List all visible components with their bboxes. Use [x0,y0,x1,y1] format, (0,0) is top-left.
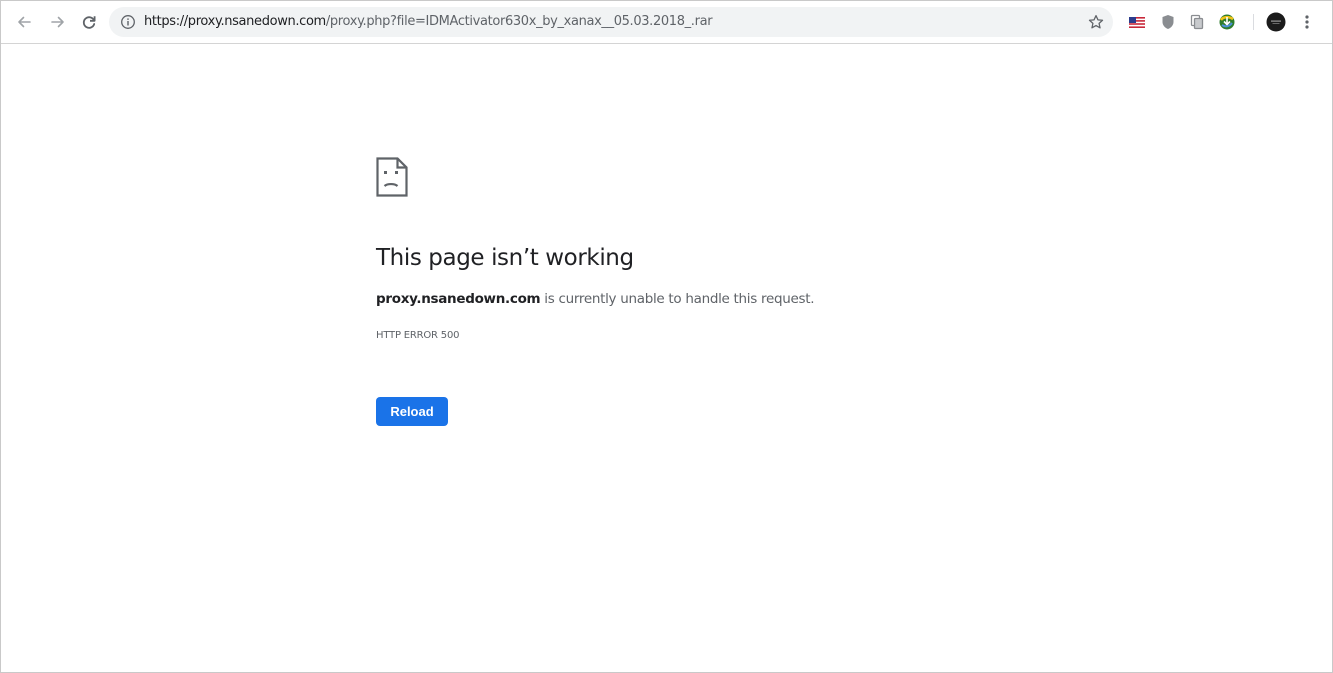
arrow-right-icon [51,16,64,28]
download-manager-icon [1219,14,1235,30]
reload-icon [82,16,96,29]
copy-extension[interactable] [1187,12,1207,32]
toolbar-separator [1253,14,1254,30]
menu-button[interactable] [1297,12,1317,32]
arrow-left-icon [18,16,31,28]
avatar[interactable] [1266,12,1286,32]
address-bar[interactable]: https://proxy.nsanedown.com/proxy.php?fi… [109,7,1113,37]
error-host: proxy.nsanedown.com [376,291,541,307]
error-title: This page isn’t working [376,245,634,271]
info-icon[interactable] [120,14,136,30]
download-manager-extension[interactable] [1217,12,1237,32]
forward-button[interactable] [45,9,71,35]
avatar-icon [1266,12,1286,32]
error-code: HTTP ERROR 500 [376,330,460,341]
reload-button[interactable]: Reload [376,397,448,426]
sad-page-icon [376,157,408,197]
browser-toolbar: https://proxy.nsanedown.com/proxy.php?fi… [1,1,1332,44]
shield-extension[interactable] [1158,12,1178,32]
url-path: /proxy.php?file=IDMActivator630x_by_xana… [325,14,713,29]
browser-window: https://proxy.nsanedown.com/proxy.php?fi… [0,0,1333,673]
url-host: https://proxy.nsanedown.com [144,14,326,29]
error-message-text: is currently unable to handle this reque… [540,291,815,307]
url-text[interactable]: https://proxy.nsanedown.com/proxy.php?fi… [144,14,713,30]
error-content: This page isn’t working proxy.nsanedown.… [376,157,996,426]
back-button[interactable] [11,9,37,35]
reload-toolbar-button[interactable] [76,9,102,35]
copy-icon [1190,14,1204,30]
shield-icon [1162,15,1174,29]
star-icon[interactable] [1087,13,1105,31]
more-vert-icon [1305,15,1309,29]
error-message: proxy.nsanedown.com is currently unable … [376,291,815,307]
us-flag-icon [1129,16,1145,28]
us-flag-extension[interactable] [1127,12,1147,32]
